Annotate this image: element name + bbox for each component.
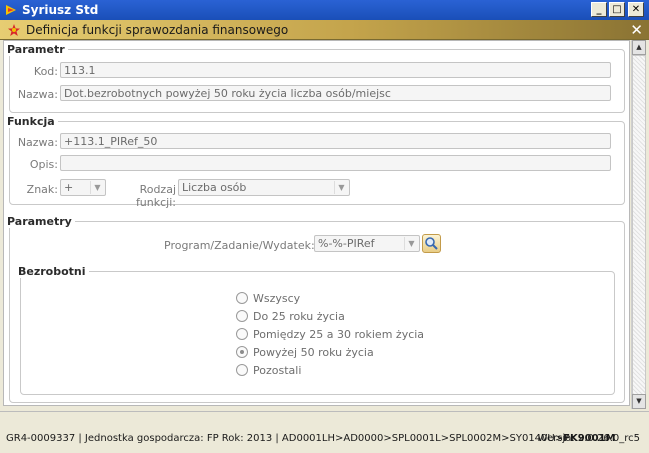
parametry-legend: Parametry (7, 215, 72, 228)
kod-label: Kod: (33, 65, 58, 78)
radio-label: Powyżej 50 roku życia (253, 346, 374, 359)
dialog-close-button[interactable]: ✕ (630, 21, 643, 39)
radio-indicator[interactable] (236, 292, 248, 304)
radio-indicator[interactable] (236, 346, 248, 358)
radio-pozostali[interactable]: Pozostali (236, 364, 436, 378)
znak-label: Znak: (26, 183, 58, 196)
program-label: Program/Zadanie/Wydatek: (164, 239, 315, 252)
scroll-thumb[interactable] (632, 55, 646, 395)
znak-select[interactable]: + ▼ (60, 179, 106, 196)
radio-wszyscy[interactable]: Wszyscy (236, 292, 436, 306)
magnifier-icon (425, 237, 438, 250)
kod-field[interactable]: 113.1 (60, 62, 611, 78)
radio-do-25[interactable]: Do 25 roku życia (236, 310, 436, 324)
parametr-group: Parametr (7, 43, 625, 113)
search-button[interactable] (422, 234, 441, 253)
opis-label: Opis: (29, 158, 58, 171)
radio-indicator[interactable] (236, 364, 248, 376)
rodzaj-label: Rodzaj funkcji: (135, 183, 176, 209)
form-content: Parametr Kod: 113.1 Nazwa: Dot.bezrobotn… (3, 40, 630, 406)
rodzaj-select[interactable]: Liczba osób ▼ (178, 179, 350, 196)
dialog-header: Definicja funkcji sprawozdania finansowe… (0, 20, 649, 40)
funkcja-nazwa-field[interactable]: +113.1_PIRef_50 (60, 133, 611, 149)
radio-label: Pozostali (253, 364, 302, 377)
funkcja-legend: Funkcja (7, 115, 55, 128)
radio-indicator[interactable] (236, 328, 248, 340)
program-value: %-%-PIRef (318, 237, 375, 250)
rodzaj-value: Liczba osób (182, 181, 247, 194)
znak-value: + (64, 181, 74, 194)
radio-label: Do 25 roku życia (253, 310, 345, 323)
radio-label: Wszyscy (253, 292, 301, 305)
window-titlebar[interactable]: Syriusz Std _ □ ✕ (0, 0, 649, 20)
status-bar: GR4-0009337 | Jednostka gospodarcza: FP … (0, 411, 649, 453)
bezrobotni-legend: Bezrobotni (18, 265, 86, 278)
nazwa-field[interactable]: Dot.bezrobotnych powyżej 50 roku życia l… (60, 85, 611, 101)
opis-field[interactable] (60, 155, 611, 171)
program-select[interactable]: %-%-PIRef ▼ (314, 235, 420, 252)
vertical-scrollbar[interactable]: ▲ ▼ (631, 40, 646, 409)
parametr-legend: Parametr (7, 43, 65, 56)
nazwa-label: Nazwa: (17, 88, 58, 101)
dialog-star-icon (8, 24, 20, 36)
scroll-down-button[interactable]: ▼ (632, 394, 646, 409)
minimize-button[interactable]: _ (591, 2, 607, 17)
status-version: Wersja: 2.0.26.0_rc5 (537, 433, 640, 444)
dialog-title: Definicja funkcji sprawozdania finansowe… (26, 23, 289, 37)
chevron-down-icon: ▼ (334, 181, 348, 194)
window-close-button[interactable]: ✕ (628, 2, 644, 17)
chevron-down-icon: ▼ (90, 181, 104, 194)
scroll-grip (633, 56, 645, 394)
chevron-down-icon: ▼ (404, 237, 418, 250)
radio-label: Pomiędzy 25 a 30 rokiem życia (253, 328, 425, 341)
funkcja-nazwa-label: Nazwa: (17, 136, 58, 149)
radio-25-30[interactable]: Pomiędzy 25 a 30 rokiem życia (236, 328, 436, 342)
scroll-up-button[interactable]: ▲ (632, 40, 646, 55)
radio-indicator[interactable] (236, 310, 248, 322)
radio-powyzej-50[interactable]: Powyżej 50 roku życia (236, 346, 436, 360)
app-logo-icon (6, 5, 16, 15)
maximize-button[interactable]: □ (609, 2, 625, 17)
status-path: GR4-0009337 | Jednostka gospodarcza: FP … (6, 433, 615, 444)
status-path-prefix: GR4-0009337 | Jednostka gospodarcza: FP … (6, 433, 564, 444)
window-title: Syriusz Std (22, 3, 99, 17)
